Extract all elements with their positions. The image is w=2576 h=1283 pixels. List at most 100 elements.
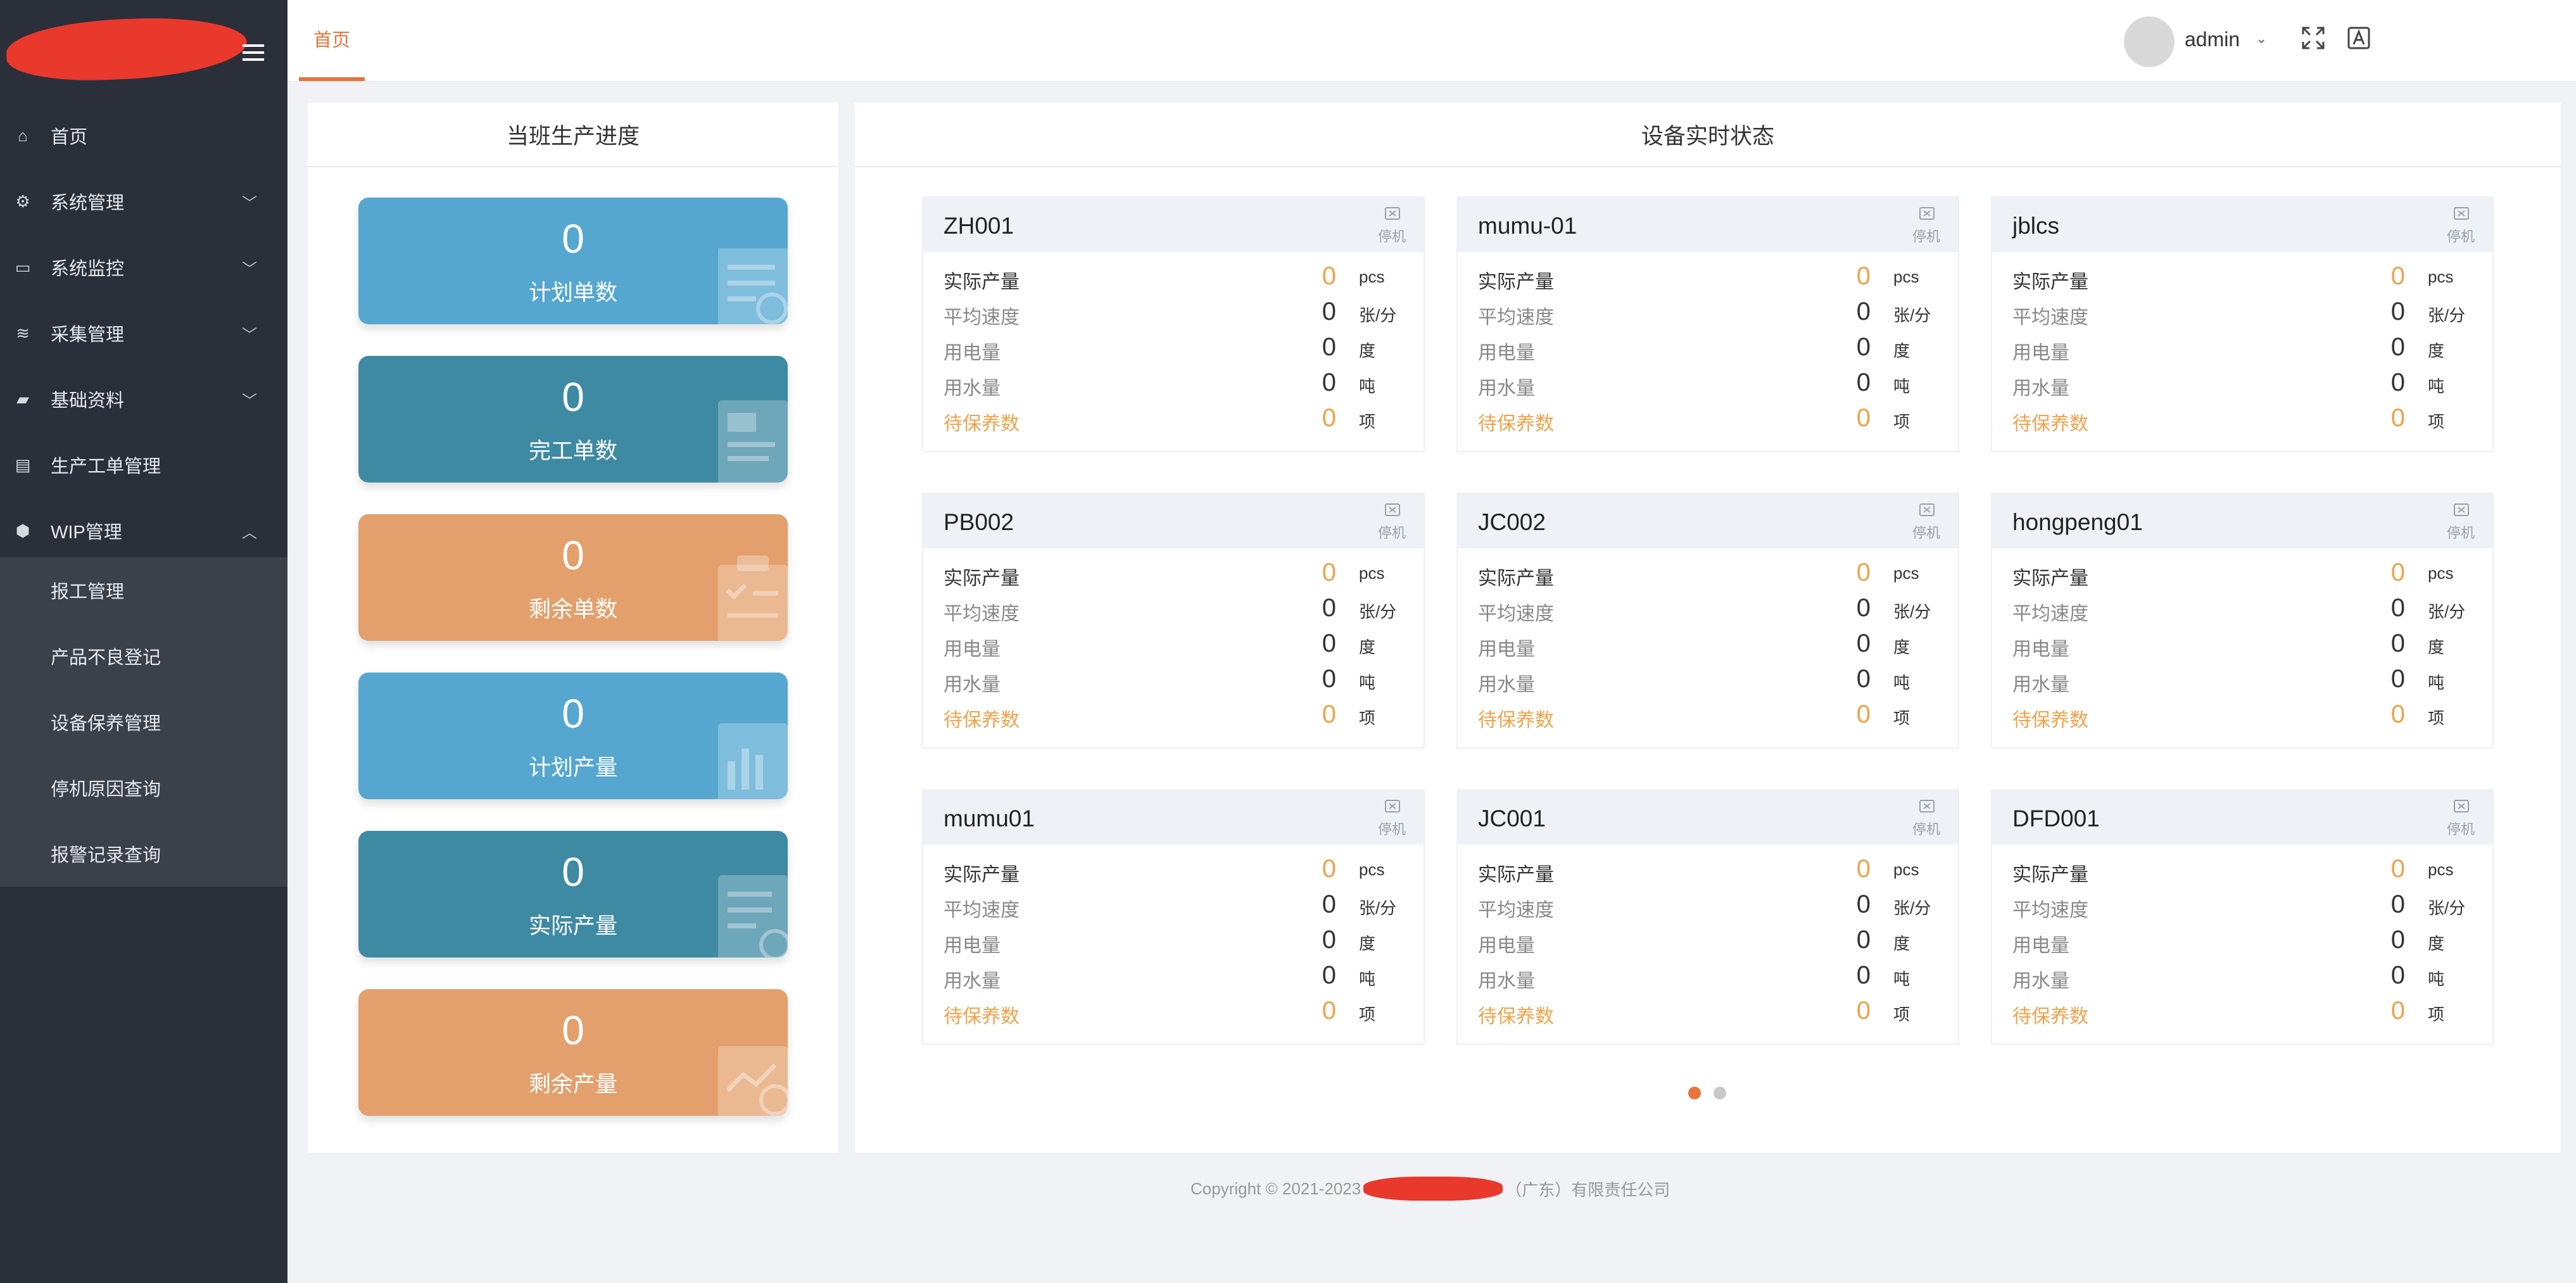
chevron-up-icon: ︿ — [242, 524, 257, 541]
sidebar-item-label: 基础资料 — [51, 391, 125, 411]
sidebar-item-1[interactable]: ⚙ 系统管理 ﹀ — [0, 168, 287, 234]
device-card-header: JC001 停机 — [1458, 790, 1958, 845]
metric-label: 平均速度 — [944, 900, 1020, 921]
metric-value: 0 — [2390, 404, 2405, 432]
chevron-down-icon[interactable]: ⌄ — [2256, 30, 2267, 47]
metric-value: 0 — [2390, 926, 2405, 954]
metric-unit: pcs — [2428, 860, 2454, 879]
metric-label: 用水量 — [2012, 378, 2069, 399]
metric-label: 用电量 — [1478, 935, 1535, 956]
metric-label: 实际产量 — [2012, 568, 2088, 589]
device-card[interactable]: mumu-01 停机 实际产量 0 pcs 平均速度 0 张/分 用电量 0 度用水量 0 吨待保养数 0… — [1456, 196, 1959, 452]
metric-unit: 张/分 — [1893, 306, 1931, 325]
submenu-item-label: 报警记录查询 — [51, 845, 161, 866]
metric-unit: 吨 — [1893, 970, 1910, 989]
submenu-item-0[interactable]: 报工管理 — [0, 557, 287, 623]
device-name: PB002 — [944, 509, 1014, 535]
metric-unit: pcs — [2428, 564, 2454, 583]
shift-progress-panel: 当班生产进度 0 计划单数 0 完工单数 0 剩余单数 0 计划产量 0 实际产量 0 剩余产量 — [308, 103, 838, 1153]
submenu-item-3[interactable]: 停机原因查询 — [0, 755, 287, 821]
metric-value: 0 — [1322, 926, 1336, 954]
device-metric-row: 平均速度 0 张/分 — [2012, 593, 2475, 626]
metric-unit: 项 — [1359, 1005, 1376, 1024]
device-metric-row: 用电量 0 度 — [2012, 925, 2475, 958]
metric-label: 实际产量 — [944, 864, 1020, 885]
sidebar-item-6[interactable]: ⬢ WIP管理 ︿ — [0, 498, 287, 564]
avatar[interactable] — [2124, 16, 2175, 67]
sidebar: ⌂ 首页 ⚙ 系统管理 ﹀ ▭ 系统监控 ﹀ ≋ 采集管理 ﹀ ▰ 基础资料 ﹀ ▤ 生产工单管理 ⬢ WIP管理… — [0, 0, 287, 1283]
metric-value: 0 — [1856, 890, 1871, 918]
metric-label: 待保养数 — [2012, 414, 2088, 434]
metric-value: 0 — [2390, 594, 2405, 622]
receipt-icon — [712, 229, 788, 324]
status-label: 停机 — [2446, 821, 2475, 837]
device-metric-row: 用电量 0 度 — [1478, 332, 1940, 365]
device-metric-row: 用水量 0 吨 — [944, 367, 1406, 400]
submenu-item-4[interactable]: 报警记录查询 — [0, 821, 287, 887]
metric-unit: 张/分 — [2428, 899, 2466, 918]
metric-unit: 吨 — [1359, 970, 1376, 989]
device-card[interactable]: hongpeng01 停机 实际产量 0 pcs 平均速度 0 张/分 用电量 0 度用水量 0 吨待保… — [1991, 493, 2494, 749]
metric-label: 实际产量 — [2012, 272, 2088, 293]
metric-unit: pcs — [1893, 564, 1919, 583]
device-card[interactable]: ZH001 停机 实际产量 0 pcs 平均速度 0 张/分 用电量 0 度用水量 0 吨待保养数 0 项 — [922, 196, 1425, 452]
stop-icon — [2452, 206, 2471, 223]
device-card-header: mumu-01 停机 — [1458, 198, 1958, 252]
metric-value: 0 — [1322, 298, 1336, 325]
sidebar-item-2[interactable]: ▭ 系统监控 ﹀ — [0, 234, 287, 300]
metric-unit: 项 — [2428, 1005, 2445, 1024]
sidebar-item-5[interactable]: ▤ 生产工单管理 — [0, 432, 287, 498]
device-metric-row: 用水量 0 吨 — [944, 960, 1406, 993]
metric-value: 0 — [1322, 890, 1336, 918]
metric-unit: 张/分 — [1359, 306, 1397, 325]
device-card-header: PB002 停机 — [923, 494, 1424, 548]
metric-label: 平均速度 — [2012, 900, 2088, 921]
metric-label: 用电量 — [1478, 639, 1535, 660]
stop-icon — [2452, 503, 2471, 519]
username[interactable]: admin — [2185, 28, 2240, 51]
metric-label: 用电量 — [1478, 343, 1535, 363]
status-label: 停机 — [1377, 229, 1406, 244]
device-card[interactable]: PB002 停机 实际产量 0 pcs 平均速度 0 张/分 用电量 0 度用水量 0 吨待保养数 0 项 — [922, 493, 1425, 749]
device-card[interactable]: JC002 停机 实际产量 0 pcs 平均速度 0 张/分 用电量 0 度用水量 0 吨待保养数 0 项 — [1456, 493, 1959, 749]
status-label: 停机 — [1377, 525, 1406, 541]
device-card-header: JC002 停机 — [1458, 494, 1958, 548]
metric-label: 实际产量 — [1478, 864, 1554, 885]
device-metric-row: 用水量 0 吨 — [944, 664, 1406, 697]
metric-value: 0 — [2390, 855, 2405, 883]
device-card[interactable]: jblcs 停机 实际产量 0 pcs 平均速度 0 张/分 用电量 0 度用水量 0 吨待保养数 0 项 — [1991, 196, 2494, 452]
device-metric-row: 实际产量 0 pcs — [2012, 854, 2475, 887]
metric-value: 0 — [1322, 961, 1336, 989]
device-metric-row: 实际产量 0 pcs — [1478, 854, 1940, 887]
device-card[interactable]: JC001 停机 实际产量 0 pcs 平均速度 0 张/分 用电量 0 度用水量 0 吨待保养数 0 项 — [1456, 789, 1959, 1045]
metric-value: 0 — [2390, 997, 2405, 1025]
submenu-item-2[interactable]: 设备保养管理 — [0, 689, 287, 755]
document-icon: ▤ — [15, 455, 31, 474]
device-metric-row: 待保养数 0 项 — [944, 995, 1406, 1028]
clipboard-icon — [712, 546, 788, 641]
metric-value: 0 — [2390, 333, 2405, 361]
device-metric-row: 待保养数 0 项 — [1478, 403, 1940, 436]
metric-unit: 项 — [2428, 709, 2445, 728]
carousel-dot-1[interactable] — [1688, 1087, 1701, 1099]
fullscreen-icon[interactable] — [2299, 25, 2328, 54]
panel-title: 当班生产进度 — [308, 103, 838, 167]
device-card[interactable]: mumu01 停机 实际产量 0 pcs 平均速度 0 张/分 用电量 0 度用水量 0 吨待保养数 0 项 — [922, 789, 1425, 1045]
stop-icon — [1917, 799, 1936, 816]
stat-card: 0 剩余单数 — [358, 514, 788, 641]
sidebar-item-4[interactable]: ▰ 基础资料 ﹀ — [0, 366, 287, 432]
stat-card: 0 计划单数 — [358, 198, 788, 324]
carousel-dot-2[interactable] — [1714, 1087, 1726, 1099]
tab-home[interactable]: 首页 — [299, 0, 365, 81]
hamburger-icon[interactable] — [243, 44, 264, 62]
font-size-icon[interactable] — [2344, 25, 2373, 54]
metric-value: 0 — [1322, 665, 1336, 693]
metric-unit: pcs — [1893, 267, 1919, 286]
submenu-item-1[interactable]: 产品不良登记 — [0, 623, 287, 689]
device-card[interactable]: DFD001 停机 实际产量 0 pcs 平均速度 0 张/分 用电量 0 度用水量 0 吨待保养数 0 项 — [1991, 789, 2494, 1045]
device-metric-row: 用水量 0 吨 — [1478, 960, 1940, 993]
sidebar-item-3[interactable]: ≋ 采集管理 ﹀ — [0, 300, 287, 366]
sidebar-item-0[interactable]: ⌂ 首页 — [0, 103, 287, 168]
device-metric-row: 平均速度 0 张/分 — [944, 593, 1406, 626]
top-navbar: 首页 admin ⌄ — [287, 0, 2576, 82]
